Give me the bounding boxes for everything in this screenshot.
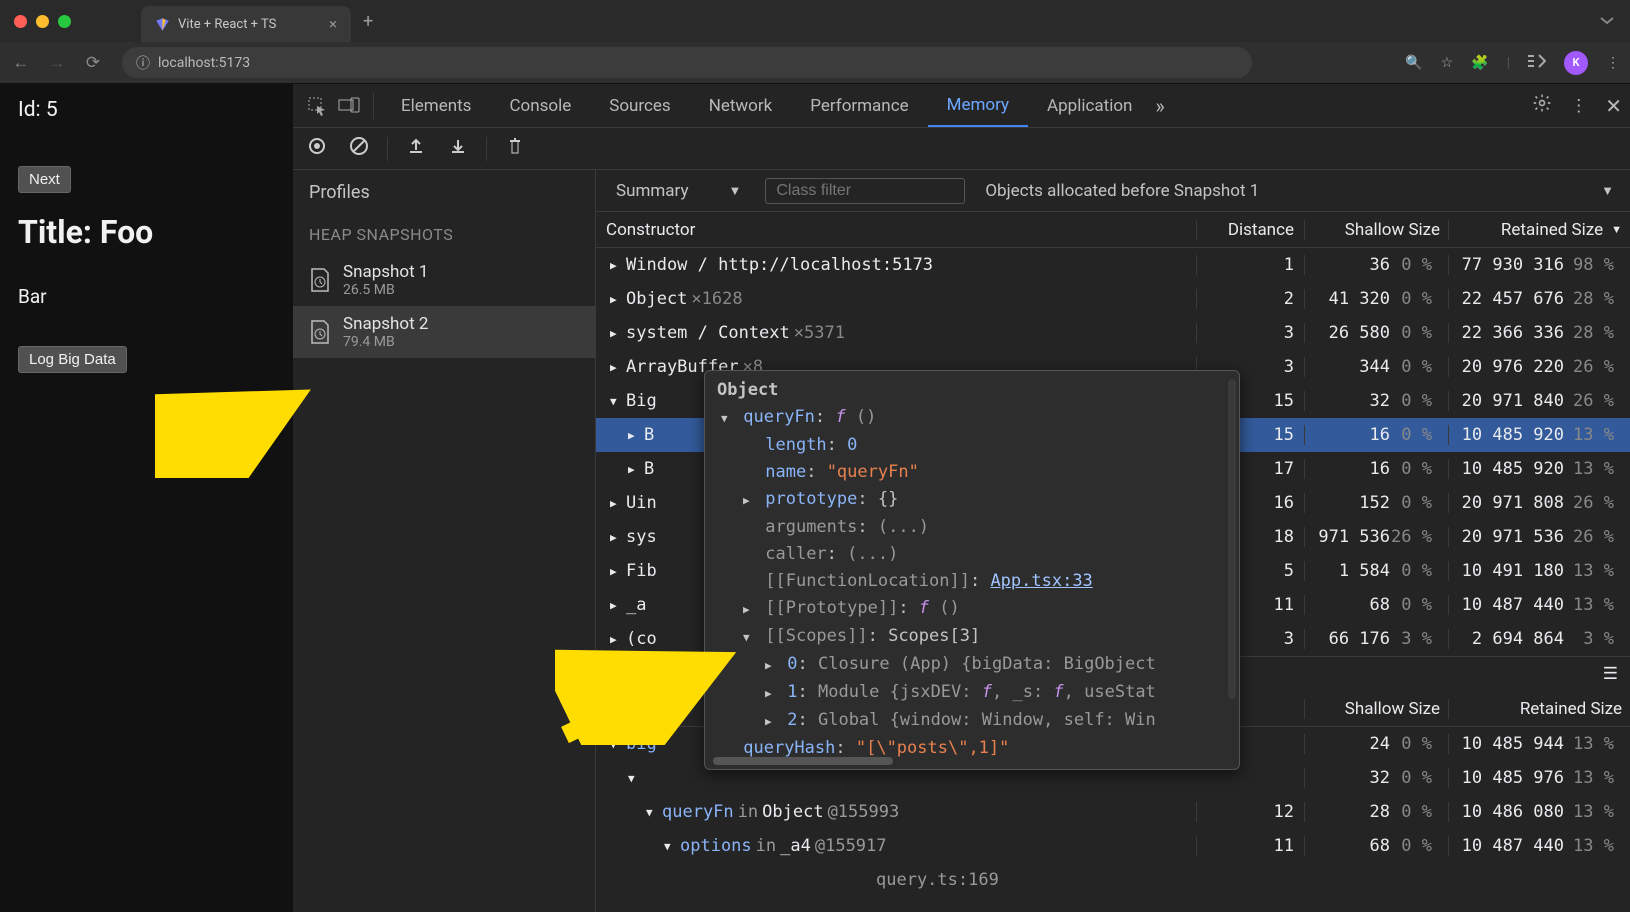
url-text: localhost:5173 xyxy=(158,55,250,71)
import-icon[interactable] xyxy=(444,137,472,160)
object-property[interactable]: ▼ queryFn: f () xyxy=(713,404,1231,432)
new-tab-button[interactable]: + xyxy=(363,11,373,32)
page-title: Title: Foo xyxy=(18,213,275,251)
table-row[interactable]: ▶ system / Context ×5371 3 26 5800 % 22 … xyxy=(596,316,1630,350)
popover-title: Object xyxy=(713,377,1231,404)
ret-col-shallow[interactable]: Shallow Size xyxy=(1304,699,1448,719)
extensions-icon[interactable]: 🧩 xyxy=(1471,55,1488,71)
devtools-menu-icon[interactable]: ⋮ xyxy=(1570,96,1587,116)
bookmark-icon[interactable]: ☆ xyxy=(1441,55,1454,71)
device-toolbar-icon[interactable] xyxy=(333,84,365,127)
tab-sources[interactable]: Sources xyxy=(590,84,689,127)
retainer-row[interactable]: ▼ options in _a4 @155917 11 680 % 10 487… xyxy=(596,829,1630,863)
tab-performance[interactable]: Performance xyxy=(791,84,927,127)
object-property[interactable]: name: "queryFn" xyxy=(713,459,1231,486)
view-mode-select[interactable]: Summary ▼ xyxy=(606,181,751,201)
retainer-row[interactable]: ▼ queryFn in Object @155993 12 280 % 10 … xyxy=(596,795,1630,829)
object-property[interactable]: arguments: (...) xyxy=(713,514,1231,541)
scrollbar-horizontal[interactable] xyxy=(713,757,893,765)
scrollbar-vertical[interactable] xyxy=(1228,379,1236,699)
close-devtools-icon[interactable]: ✕ xyxy=(1605,94,1622,118)
id-label: Id: 5 xyxy=(18,98,275,122)
memory-toolbar xyxy=(293,128,1630,170)
sort-icon: ▼ xyxy=(1611,223,1622,236)
export-icon[interactable] xyxy=(402,137,430,160)
profiles-header: Profiles xyxy=(293,170,595,215)
object-preview-tooltip: Object ▼ queryFn: f () length: 0 name: "… xyxy=(704,370,1240,770)
table-row[interactable]: ▶ Object ×1628 2 41 3200 % 22 457 67628 … xyxy=(596,282,1630,316)
object-property[interactable]: [[FunctionLocation]]: App.tsx:33 xyxy=(713,568,1231,595)
tab-console[interactable]: Console xyxy=(490,84,590,127)
annotation-arrow xyxy=(555,645,755,745)
close-window-icon[interactable] xyxy=(14,15,27,28)
object-property[interactable]: ▼ [[Scopes]]: Scopes[3] xyxy=(713,623,1231,651)
browser-tab[interactable]: Vite + React + TS × xyxy=(141,6,351,42)
col-distance[interactable]: Distance xyxy=(1196,220,1304,240)
expand-icon[interactable] xyxy=(1598,12,1616,31)
object-property[interactable]: caller: (...) xyxy=(713,541,1231,568)
object-property[interactable]: ▶ 0: Closure (App) {bigData: BigObject xyxy=(713,651,1231,679)
tab-application[interactable]: Application xyxy=(1028,84,1151,127)
tab-memory[interactable]: Memory xyxy=(928,84,1028,127)
forward-button[interactable]: → xyxy=(46,53,68,73)
heap-snapshots-label: HEAP SNAPSHOTS xyxy=(293,215,595,254)
object-property[interactable]: ▶ prototype: {} xyxy=(713,486,1231,514)
avatar[interactable]: K xyxy=(1564,51,1588,75)
table-header: Constructor Distance Shallow Size Retain… xyxy=(596,212,1630,248)
page-body: Bar xyxy=(18,285,275,308)
more-tabs-icon[interactable]: » xyxy=(1155,94,1164,118)
col-constructor[interactable]: Constructor xyxy=(596,220,1196,240)
class-filter-input[interactable] xyxy=(765,178,965,204)
tab-network[interactable]: Network xyxy=(690,84,792,127)
heap-toolbar: Summary ▼ Objects allocated before Snaps… xyxy=(596,170,1630,212)
retainer-source[interactable]: query.ts:169 xyxy=(596,863,1630,897)
retainers-menu-icon[interactable]: ☰ xyxy=(1603,664,1618,684)
allocation-filter[interactable]: Objects allocated before Snapshot 1 xyxy=(985,181,1259,201)
annotation-arrow xyxy=(155,388,325,478)
snapshot-item[interactable]: Snapshot 279.4 MB xyxy=(293,306,595,358)
zoom-icon[interactable]: 🔍 xyxy=(1405,55,1422,71)
object-property[interactable]: ▶ 1: Module {jsxDEV: f, _s: f, useStat xyxy=(713,679,1231,707)
profiles-sidebar: Profiles HEAP SNAPSHOTS Snapshot 126.5 M… xyxy=(293,170,596,912)
object-property[interactable]: ▶ [[Prototype]]: f () xyxy=(713,595,1231,623)
next-button[interactable]: Next xyxy=(18,166,71,193)
window-titlebar: Vite + React + TS × + xyxy=(0,0,1630,42)
col-shallow[interactable]: Shallow Size xyxy=(1304,220,1448,240)
webpage-content: Id: 5 Next Title: Foo Bar Log Big Data xyxy=(0,84,293,912)
object-property[interactable]: length: 0 xyxy=(713,432,1231,459)
reload-button[interactable]: ⟳ xyxy=(82,53,104,73)
chevron-down-icon: ▼ xyxy=(728,183,741,199)
address-bar[interactable]: ⓘ localhost:5173 xyxy=(122,47,1252,78)
object-property[interactable]: ▶ 2: Global {window: Window, self: Win xyxy=(713,707,1231,735)
tab-elements[interactable]: Elements xyxy=(382,84,490,127)
chevron-down-icon: ▼ xyxy=(1601,183,1614,199)
maximize-window-icon[interactable] xyxy=(58,15,71,28)
table-row[interactable]: ▶ Window / http://localhost:5173 1 360 %… xyxy=(596,248,1630,282)
traffic-lights xyxy=(14,15,71,28)
back-button[interactable]: ← xyxy=(10,53,32,73)
log-big-data-button[interactable]: Log Big Data xyxy=(18,346,127,373)
vite-icon xyxy=(155,17,170,32)
tab-title: Vite + React + TS xyxy=(178,17,276,32)
reading-list-icon[interactable] xyxy=(1528,53,1546,73)
inspect-element-icon[interactable] xyxy=(301,84,333,127)
settings-icon[interactable] xyxy=(1532,93,1552,118)
minimize-window-icon[interactable] xyxy=(36,15,49,28)
record-icon[interactable] xyxy=(303,136,331,161)
url-bar: ← → ⟳ ⓘ localhost:5173 🔍 ☆ 🧩 | K ⋮ xyxy=(0,42,1630,84)
snapshot-item[interactable]: Snapshot 126.5 MB xyxy=(293,254,595,306)
devtools-tabs: ElementsConsoleSourcesNetworkPerformance… xyxy=(293,84,1630,128)
browser-menu-icon[interactable]: ⋮ xyxy=(1606,55,1620,71)
ret-col-retained[interactable]: Retained Size xyxy=(1448,699,1630,719)
gc-icon[interactable] xyxy=(501,137,529,160)
col-retained[interactable]: Retained Size ▼ xyxy=(1448,220,1630,240)
site-info-icon[interactable]: ⓘ xyxy=(136,53,150,73)
close-tab-icon[interactable]: × xyxy=(329,15,337,33)
clear-icon[interactable] xyxy=(345,136,373,161)
